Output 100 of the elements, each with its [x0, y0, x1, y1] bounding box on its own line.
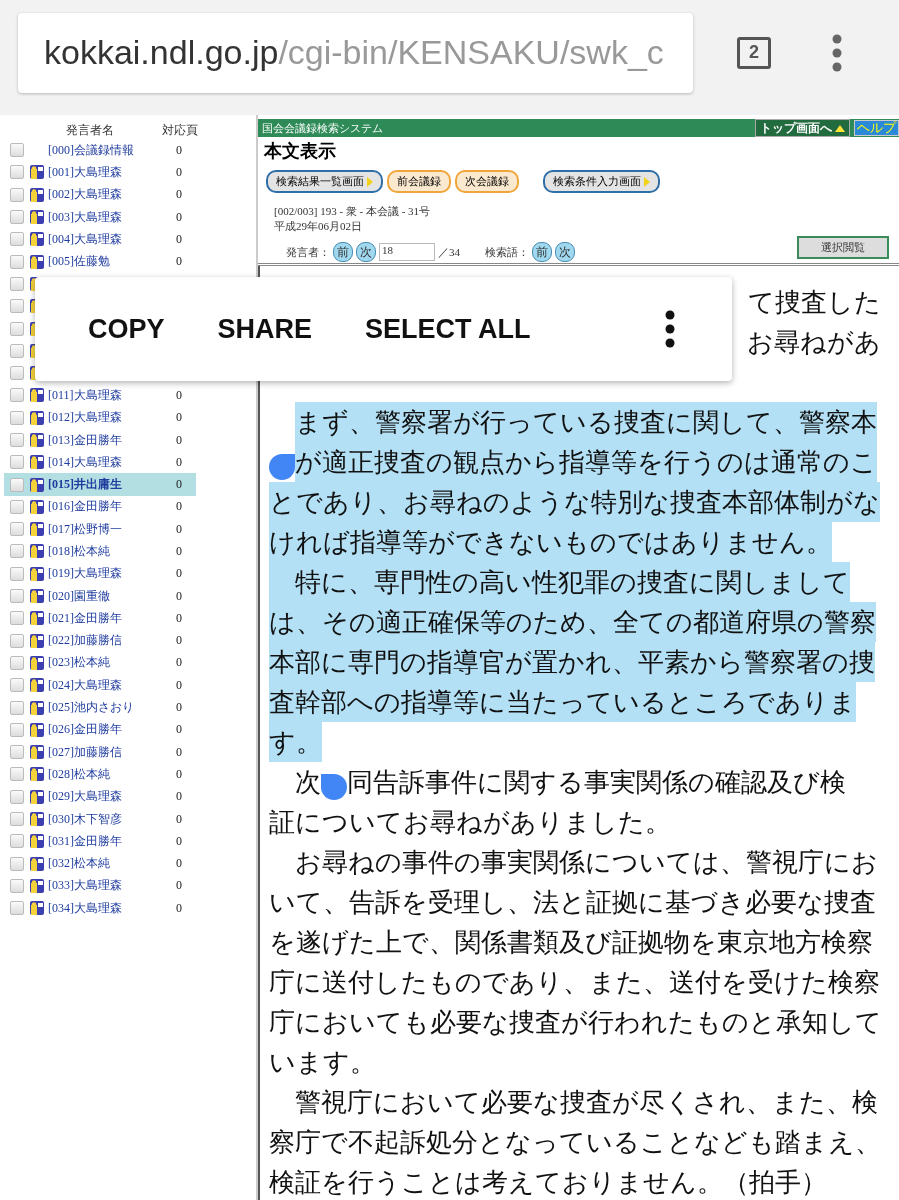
speaker-link[interactable]: [004]大島理森 — [48, 230, 176, 248]
checkbox[interactable] — [10, 834, 24, 849]
speaker-link[interactable]: [012]大島理森 — [48, 409, 176, 427]
nav-button[interactable]: 検索条件入力画面 — [543, 170, 660, 193]
speaker-link[interactable]: [031]金田勝年 — [48, 832, 176, 850]
checkbox[interactable] — [10, 388, 24, 403]
page-number: 0 — [176, 588, 182, 604]
checkbox[interactable] — [10, 767, 24, 782]
checkbox[interactable] — [10, 611, 24, 626]
page-number: 0 — [176, 187, 182, 203]
checkbox[interactable] — [10, 210, 24, 225]
nav-button[interactable]: 次会議録 — [455, 170, 519, 193]
menu-item[interactable]: COPY — [88, 313, 165, 345]
tab-count-button[interactable]: 2 — [737, 36, 771, 69]
checkbox[interactable] — [10, 455, 24, 470]
speaker-link[interactable]: [027]加藤勝信 — [48, 743, 176, 761]
speaker-link[interactable]: [000]会議録情報 — [48, 141, 176, 159]
menu-item[interactable]: SHARE — [217, 313, 313, 345]
checkbox[interactable] — [10, 789, 24, 804]
speaker-link[interactable]: [005]佐藤勉 — [48, 253, 176, 271]
previous-button[interactable]: 前 — [333, 242, 353, 262]
speaker-link[interactable]: [028]松本純 — [48, 765, 176, 783]
checkbox[interactable] — [10, 254, 24, 269]
next-button[interactable]: 次 — [555, 242, 575, 262]
checkbox[interactable] — [10, 700, 24, 715]
column-header: 対応頁 — [162, 121, 198, 139]
checkbox[interactable] — [10, 232, 24, 247]
speaker-link[interactable]: [017]松野博一 — [48, 520, 176, 538]
page-number: 0 — [176, 454, 182, 470]
checkbox[interactable] — [10, 343, 24, 358]
checkbox[interactable] — [10, 655, 24, 670]
page-number: 0 — [176, 410, 182, 426]
speaker-link[interactable]: [024]大島理森 — [48, 676, 176, 694]
checkbox[interactable] — [10, 143, 24, 158]
column-header: 発言者名 — [66, 121, 115, 139]
speaker-label: 発言者： — [286, 244, 330, 260]
system-title: 国会会議録検索システム — [262, 120, 384, 136]
checkbox[interactable] — [10, 410, 24, 425]
top-page-button[interactable]: トップ画面へ — [755, 119, 850, 137]
checkbox[interactable] — [10, 901, 24, 916]
checkbox[interactable] — [10, 633, 24, 648]
speaker-link[interactable]: [034]大島理森 — [48, 899, 176, 917]
speaker-link[interactable]: [015]井出庸生 — [48, 476, 176, 494]
speaker-link[interactable]: [022]加藤勝信 — [48, 632, 176, 650]
page-number: 0 — [176, 722, 182, 738]
checkbox[interactable] — [10, 276, 24, 291]
checkbox[interactable] — [10, 878, 24, 893]
speaker-link[interactable]: [013]金田勝年 — [48, 431, 176, 449]
speaker-link[interactable]: [032]松本純 — [48, 855, 176, 873]
speaker-link[interactable]: [030]木下智彦 — [48, 810, 176, 828]
speaker-link[interactable]: [020]園重徹 — [48, 587, 176, 605]
nav-button[interactable]: 前会議録 — [387, 170, 451, 193]
nav-button[interactable]: 検索結果一覧画面 — [266, 170, 383, 193]
speaker-link[interactable]: [001]大島理森 — [48, 163, 176, 181]
page-number: 0 — [176, 900, 182, 916]
checkbox[interactable] — [10, 522, 24, 537]
checkbox[interactable] — [10, 589, 24, 604]
checkbox[interactable] — [10, 499, 24, 514]
speaker-link[interactable]: [016]金田勝年 — [48, 498, 176, 516]
view-selected-button[interactable]: 選択閲覧 — [797, 236, 889, 259]
checkbox[interactable] — [10, 477, 24, 492]
page-number: 0 — [176, 789, 182, 805]
checkbox[interactable] — [10, 299, 24, 314]
speaker-link[interactable]: [029]大島理森 — [48, 788, 176, 806]
checkbox[interactable] — [10, 678, 24, 693]
speaker-link[interactable]: [033]大島理森 — [48, 877, 176, 895]
more-options-icon[interactable] — [664, 309, 676, 349]
speaker-link[interactable]: [014]大島理森 — [48, 453, 176, 471]
checkbox[interactable] — [10, 745, 24, 760]
checkbox[interactable] — [10, 187, 24, 202]
meeting-date: 平成29年06月02日 — [274, 219, 363, 234]
speaker-link[interactable]: [019]大島理森 — [48, 565, 176, 583]
checkbox[interactable] — [10, 544, 24, 559]
speaker-link[interactable]: [011]大島理森 — [48, 386, 176, 404]
speaker-link[interactable]: [023]松本純 — [48, 654, 176, 672]
menu-icon[interactable] — [831, 32, 843, 73]
checkbox[interactable] — [10, 366, 24, 381]
selection-handle[interactable] — [269, 454, 295, 480]
speaker-link[interactable]: [026]金田勝年 — [48, 721, 176, 739]
speaker-link[interactable]: [002]大島理森 — [48, 186, 176, 204]
speaker-link[interactable]: [025]池内さおり — [48, 699, 176, 717]
checkbox[interactable] — [10, 812, 24, 827]
menu-item[interactable]: SELECT ALL — [365, 313, 531, 345]
checkbox[interactable] — [10, 165, 24, 180]
selection-handle[interactable] — [321, 774, 347, 800]
next-button[interactable]: 次 — [356, 242, 376, 262]
previous-button[interactable]: 前 — [532, 242, 552, 262]
checkbox[interactable] — [10, 856, 24, 871]
text-line: 庁に送付したものであり、また、送付を受けた検察 — [269, 966, 880, 999]
speaker-link[interactable]: [021]金田勝年 — [48, 609, 176, 627]
search-term-label: 検索語： — [485, 244, 529, 260]
speaker-link[interactable]: [003]大島理森 — [48, 208, 176, 226]
checkbox[interactable] — [10, 566, 24, 581]
checkbox[interactable] — [10, 321, 24, 336]
selected-row[interactable]: [015]井出庸生 0 — [4, 473, 196, 496]
checkbox[interactable] — [10, 433, 24, 447]
speaker-number-field[interactable]: 18 — [379, 243, 435, 261]
speaker-link[interactable]: [018]松本純 — [48, 543, 176, 560]
checkbox[interactable] — [10, 722, 24, 737]
address-bar[interactable]: kokkai.ndl.go.jp/cgi-bin/KENSAKU/swk_c — [18, 12, 693, 93]
